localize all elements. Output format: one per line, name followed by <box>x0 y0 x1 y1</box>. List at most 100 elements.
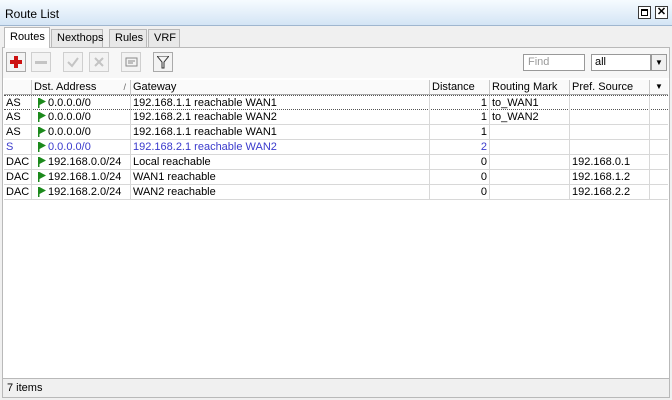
cell-pref-source: 192.168.1.2 <box>570 170 650 184</box>
cell-distance: 0 <box>430 170 490 184</box>
remove-button[interactable] <box>31 52 51 72</box>
filter-select[interactable]: all <box>591 54 651 71</box>
close-icon: ✕ <box>656 6 667 18</box>
route-flag-icon <box>38 157 46 167</box>
cell-flags-text: DAC <box>6 186 30 198</box>
cell-filler <box>650 170 668 184</box>
column-menu-icon: ▼ <box>655 82 663 91</box>
cell-flags-text: AS <box>6 111 21 123</box>
cell-gateway-text: 192.168.1.1 reachable WAN1 <box>133 126 277 138</box>
route-flag-icon <box>38 127 46 137</box>
enable-button[interactable] <box>63 52 83 72</box>
tab-rules[interactable]: Rules <box>109 29 147 47</box>
cell-dst-address-text: 0.0.0.0/0 <box>48 111 91 123</box>
column-header-gateway[interactable]: Gateway <box>131 80 430 95</box>
tab-routes[interactable]: Routes <box>4 27 50 48</box>
cell-filler <box>650 110 668 124</box>
restore-button[interactable] <box>638 6 651 19</box>
cell-dst-address: 192.168.0.0/24 <box>32 155 131 169</box>
cell-distance: 1 <box>430 96 490 110</box>
route-flag-icon <box>38 98 46 108</box>
cell-gateway: 192.168.2.1 reachable WAN2 <box>131 110 430 124</box>
cell-gateway-text: 192.168.2.1 reachable WAN2 <box>133 141 277 153</box>
enable-icon <box>67 57 79 68</box>
cell-pref-source-text: 192.168.1.2 <box>572 171 631 183</box>
find-input[interactable]: Find <box>523 54 585 71</box>
table-row[interactable]: AS 0.0.0.0/0 192.168.2.1 reachable WAN2 1 to… <box>4 110 668 125</box>
cell-distance: 2 <box>430 140 490 154</box>
cell-distance-text: 0 <box>480 156 487 168</box>
cell-flags-text: S <box>6 141 14 153</box>
cell-pref-source-text: 192.168.0.1 <box>572 156 631 168</box>
cell-distance: 0 <box>430 185 490 199</box>
column-header-dst-address[interactable]: Dst. Address / <box>32 80 131 95</box>
column-header-dst-label: Dst. Address <box>34 81 97 93</box>
cell-dst-address: 192.168.1.0/24 <box>32 170 131 184</box>
cell-distance: 0 <box>430 155 490 169</box>
cell-gateway-text: 192.168.2.1 reachable WAN2 <box>133 111 277 123</box>
comment-icon <box>125 57 137 67</box>
disable-button[interactable] <box>89 52 109 72</box>
cell-filler <box>650 140 668 154</box>
cell-flags-text: AS <box>6 97 21 109</box>
table-row[interactable]: DAC 192.168.2.0/24 WAN2 reachable 0 192.168.… <box>4 185 668 200</box>
table-row[interactable]: S 0.0.0.0/0 192.168.2.1 reachable WAN2 2 <box>4 140 668 155</box>
cell-distance: 1 <box>430 110 490 124</box>
cell-gateway: WAN1 reachable <box>131 170 430 184</box>
cell-gateway: Local reachable <box>131 155 430 169</box>
comment-button[interactable] <box>121 52 141 72</box>
cell-pref-source: 192.168.0.1 <box>570 155 650 169</box>
routes-panel: Find all ▼ Dst. Address / Gateway Distan… <box>2 47 670 398</box>
column-menu-button[interactable]: ▼ <box>650 80 668 95</box>
cell-dst-address-text: 0.0.0.0/0 <box>48 97 91 109</box>
cell-dst-address: 0.0.0.0/0 <box>32 96 131 110</box>
cell-flags: S <box>4 140 32 154</box>
cell-distance-text: 2 <box>480 141 487 153</box>
title-bar[interactable]: Route List ✕ <box>0 0 672 26</box>
cell-gateway-text: WAN1 reachable <box>133 171 216 183</box>
filter-select-button[interactable]: ▼ <box>651 54 667 71</box>
sort-indicator: / <box>123 82 126 92</box>
cell-flags-text: AS <box>6 126 21 138</box>
tab-nexthops[interactable]: Nexthops <box>51 29 103 47</box>
column-header-routing-mark[interactable]: Routing Mark <box>490 80 570 95</box>
cell-distance-text: 0 <box>480 171 487 183</box>
table-row[interactable]: AS 0.0.0.0/0 192.168.1.1 reachable WAN1 1 <box>4 125 668 140</box>
cell-flags-text: DAC <box>6 171 30 183</box>
filter-button[interactable] <box>153 52 173 72</box>
column-header-flags[interactable] <box>4 80 32 95</box>
cell-filler <box>650 155 668 169</box>
cell-dst-address-text: 192.168.0.0/24 <box>48 156 122 168</box>
column-header-pref-source[interactable]: Pref. Source <box>570 80 650 95</box>
add-button[interactable] <box>6 52 26 72</box>
close-button[interactable]: ✕ <box>655 6 668 19</box>
cell-gateway-text: 192.168.1.1 reachable WAN1 <box>133 97 277 109</box>
cell-distance-text: 1 <box>480 126 487 138</box>
cell-pref-source <box>570 96 650 110</box>
cell-gateway: 192.168.1.1 reachable WAN1 <box>131 125 430 139</box>
table-row[interactable]: AS 0.0.0.0/0 192.168.1.1 reachable WAN1 1 to… <box>4 95 668 110</box>
status-bar: 7 items <box>3 378 669 397</box>
cell-flags: DAC <box>4 155 32 169</box>
cell-routing-mark <box>490 125 570 139</box>
cell-dst-address-text: 0.0.0.0/0 <box>48 126 91 138</box>
cell-flags: AS <box>4 110 32 124</box>
cell-routing-mark: to_WAN1 <box>490 96 570 110</box>
cell-flags: DAC <box>4 170 32 184</box>
cell-dst-address-text: 192.168.1.0/24 <box>48 171 122 183</box>
cell-distance: 1 <box>430 125 490 139</box>
cell-filler <box>650 185 668 199</box>
cell-gateway: WAN2 reachable <box>131 185 430 199</box>
cell-pref-source: 192.168.2.2 <box>570 185 650 199</box>
tab-vrf[interactable]: VRF <box>148 29 180 47</box>
cell-gateway-text: WAN2 reachable <box>133 186 216 198</box>
column-header-distance[interactable]: Distance <box>430 80 490 95</box>
cell-routing-mark <box>490 140 570 154</box>
disable-icon <box>94 57 104 67</box>
table-row[interactable]: DAC 192.168.1.0/24 WAN1 reachable 0 192.168.… <box>4 170 668 185</box>
cell-dst-address: 192.168.2.0/24 <box>32 185 131 199</box>
filter-icon <box>157 55 169 68</box>
table-row[interactable]: DAC 192.168.0.0/24 Local reachable 0 192.168… <box>4 155 668 170</box>
cell-distance-text: 1 <box>480 97 487 109</box>
cell-routing-mark-text: to_WAN1 <box>492 97 539 109</box>
